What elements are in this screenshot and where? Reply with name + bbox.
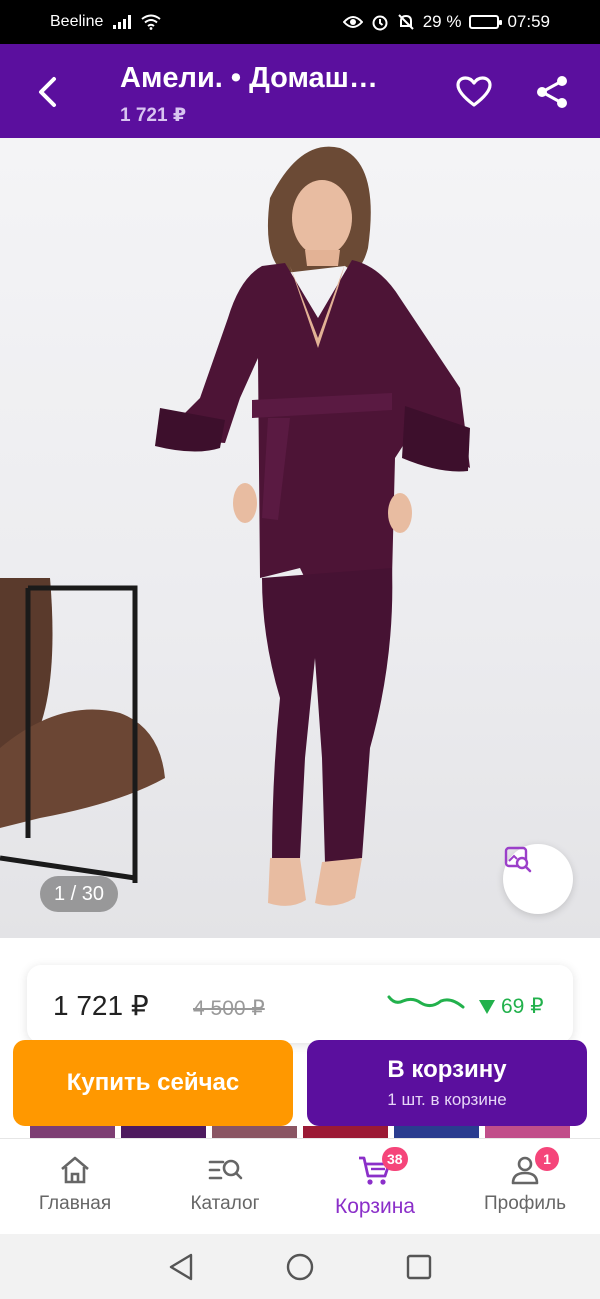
system-back-icon[interactable] <box>167 1252 195 1282</box>
profile-badge: 1 <box>535 1147 559 1171</box>
product-photo <box>0 146 470 906</box>
nav-cart[interactable]: 38 Корзина <box>300 1139 450 1234</box>
eye-icon <box>342 16 363 28</box>
cart-badge: 38 <box>382 1147 408 1171</box>
add-to-cart-label: В корзину <box>387 1056 507 1083</box>
alarm-icon <box>372 15 388 31</box>
back-arrow-icon <box>39 77 56 107</box>
product-image-gallery[interactable]: 1 / 30 <box>0 138 600 938</box>
share-icon <box>537 76 567 108</box>
current-price: 1 721 ₽ <box>53 990 149 1021</box>
carrier-label: Beeline <box>50 13 104 30</box>
price-drop: 69 ₽ <box>479 994 544 1019</box>
buy-now-button[interactable]: Купить сейчас <box>13 1040 293 1126</box>
thumbnail-strip <box>30 1126 570 1138</box>
price-card[interactable]: 1 721 ₽ 4 500 ₽ 69 ₽ <box>27 965 573 1043</box>
buy-now-label: Купить сейчас <box>66 1069 240 1096</box>
mute-bell-icon <box>397 14 414 30</box>
battery-icon <box>469 15 503 29</box>
system-home-icon[interactable] <box>285 1252 315 1282</box>
price-down-icon <box>479 999 495 1014</box>
nav-profile-label: Профиль <box>483 1193 567 1214</box>
home-icon <box>61 1156 89 1184</box>
system-recents-icon[interactable] <box>405 1253 433 1281</box>
nav-home[interactable]: Главная <box>0 1139 150 1234</box>
nav-catalog[interactable]: Каталог <box>150 1139 300 1234</box>
signal-icon <box>113 15 132 29</box>
price-trend-sparkline <box>387 995 465 1009</box>
in-cart-count: 1 шт. в корзине <box>387 1090 507 1109</box>
status-bar: Beeline 29 % 07:59 <box>0 0 600 44</box>
add-to-cart-button[interactable]: В корзину 1 шт. в корзине <box>307 1040 587 1126</box>
header-price: 1 721 ₽ <box>120 105 187 126</box>
image-counter: 1 / 30 <box>40 876 119 912</box>
search-by-photo-button[interactable] <box>503 844 573 914</box>
nav-catalog-label: Каталог <box>190 1193 260 1214</box>
heart-icon <box>456 76 492 107</box>
wifi-icon <box>141 14 161 30</box>
nav-cart-label: Корзина <box>335 1195 415 1218</box>
share-button[interactable] <box>530 70 574 114</box>
catalog-search-icon <box>208 1159 243 1180</box>
page-title: Амели. • Домаш… <box>120 62 378 94</box>
system-navigation-bar <box>0 1234 600 1299</box>
nav-home-label: Главная <box>38 1193 112 1214</box>
old-price: 4 500 ₽ <box>193 997 265 1020</box>
battery-percent: 29 % <box>422 12 462 31</box>
clock: 07:59 <box>507 12 550 31</box>
image-search-icon <box>504 846 532 873</box>
app-header: Амели. • Домаш… 1 721 ₽ <box>0 44 600 138</box>
price-drop-value: 69 ₽ <box>501 995 544 1018</box>
back-button[interactable] <box>26 70 70 114</box>
bottom-navigation: Главная Каталог 38 Корзина 1 Профиль <box>0 1138 600 1234</box>
nav-profile[interactable]: 1 Профиль <box>450 1139 600 1234</box>
favorite-button[interactable] <box>452 70 496 114</box>
